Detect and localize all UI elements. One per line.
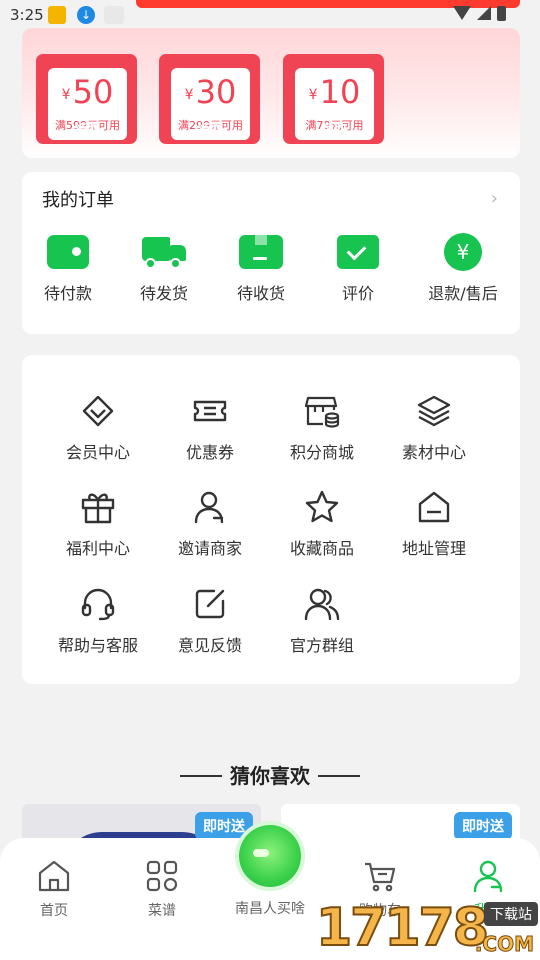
coupon-amount: 10: [319, 73, 361, 111]
yen-circle-icon: ¥: [444, 233, 482, 271]
order-pending-payment[interactable]: 待付款: [18, 232, 118, 304]
wallet-icon: [47, 235, 89, 269]
service-label: 收藏商品: [289, 539, 354, 558]
service-points-mall[interactable]: 积分商城: [266, 393, 378, 463]
grid-icon: [122, 858, 202, 894]
tab-center-promo[interactable]: 南昌人买啥: [230, 825, 310, 917]
service-invite-merchant[interactable]: 邀请商家: [154, 489, 266, 559]
green-bean-logo-icon: [239, 825, 301, 887]
notification-thumb-icon: [104, 6, 124, 24]
service-official-groups[interactable]: 官方群组: [266, 586, 378, 656]
user-icon: [448, 858, 528, 894]
tab-home[interactable]: 首页: [14, 858, 94, 920]
order-status-label: 退款/售后: [428, 284, 498, 303]
site-watermark: 17178 下载站 .COM: [315, 896, 540, 960]
star-icon: [266, 489, 378, 525]
divider: [318, 775, 360, 777]
order-refund[interactable]: ¥ 退款/售后: [413, 232, 513, 304]
divider: [180, 775, 222, 777]
service-label: 邀请商家: [177, 539, 242, 558]
watermark-domain: .COM: [474, 932, 534, 957]
service-label: 素材中心: [401, 443, 466, 462]
coupon-card[interactable]: ¥10 满79元可用 领取: [283, 54, 384, 144]
signal-icon: [477, 6, 491, 20]
service-help-support[interactable]: 帮助与客服: [42, 586, 154, 656]
order-pending-shipment[interactable]: 待发货: [114, 232, 214, 304]
gift-icon: [42, 489, 154, 525]
coupon-section: ¥50 满599元可用 领取 ¥30 满299元可用 领取 ¥10 满79元可用…: [22, 28, 520, 158]
service-label: 福利中心: [65, 539, 130, 558]
status-bar: 3:25 ↓: [0, 0, 540, 30]
status-time: 3:25: [10, 6, 44, 24]
order-status-label: 评价: [341, 284, 374, 303]
cart-icon: [340, 858, 420, 894]
chevron-right-icon[interactable]: ›: [491, 188, 498, 209]
service-address-management[interactable]: 地址管理: [378, 489, 490, 559]
currency-symbol: ¥: [308, 87, 318, 103]
order-status-label: 待收货: [236, 284, 285, 303]
currency-symbol: ¥: [61, 87, 71, 103]
tab-label: 菜谱: [148, 903, 176, 919]
coupon-amount: 50: [72, 73, 114, 111]
service-label: 会员中心: [65, 443, 130, 462]
service-material-center[interactable]: 素材中心: [378, 393, 490, 463]
service-label: 官方群组: [289, 636, 354, 655]
group-icon: [266, 586, 378, 622]
ticket-icon: [154, 393, 266, 429]
package-icon: [239, 235, 283, 269]
my-orders-card: 我的订单 › 待付款 待发货 待收货 评价 ¥ 退款/售后: [22, 172, 520, 334]
service-feedback[interactable]: 意见反馈: [154, 586, 266, 656]
battery-icon: [497, 6, 506, 21]
service-coupons[interactable]: 优惠券: [154, 393, 266, 463]
layers-icon: [378, 393, 490, 429]
download-icon: ↓: [77, 6, 95, 24]
home-icon: [14, 858, 94, 894]
instant-delivery-badge: 即时送: [454, 812, 512, 840]
services-card: 会员中心 优惠券 积分商城 素材中心 福利中心 邀请商家 收藏商品 地址管理 帮…: [22, 355, 520, 684]
coupon-amount: 30: [195, 73, 237, 111]
store-coins-icon: [266, 393, 378, 429]
diamond-icon: [42, 393, 154, 429]
truck-icon: [142, 235, 186, 269]
service-label: 意见反馈: [177, 636, 242, 655]
order-status-label: 待发货: [139, 284, 188, 303]
service-member-center[interactable]: 会员中心: [42, 393, 154, 463]
coupon-card[interactable]: ¥50 满599元可用 领取: [36, 54, 137, 144]
service-label: 优惠券: [185, 443, 234, 462]
my-orders-title[interactable]: 我的订单: [42, 186, 114, 212]
headset-icon: [42, 586, 154, 622]
tab-label: 南昌人买啥: [235, 901, 305, 917]
notification-app-icon: [48, 6, 66, 24]
recommend-title-text: 猜你喜欢: [230, 764, 310, 788]
tab-recipes[interactable]: 菜谱: [122, 858, 202, 920]
order-review[interactable]: 评价: [308, 232, 408, 304]
watermark-download-label: 下载站: [484, 902, 538, 926]
service-favorites[interactable]: 收藏商品: [266, 489, 378, 559]
service-welfare-center[interactable]: 福利中心: [42, 489, 154, 559]
wifi-icon: [453, 6, 471, 20]
service-label: 积分商城: [289, 443, 354, 462]
currency-symbol: ¥: [184, 87, 194, 103]
service-label: 地址管理: [401, 539, 466, 558]
coupon-card[interactable]: ¥30 满299元可用 领取: [159, 54, 260, 144]
claim-coupon-button[interactable]: 领取: [283, 119, 384, 138]
edit-icon: [154, 586, 266, 622]
claim-coupon-button[interactable]: 领取: [36, 119, 137, 138]
checked-doc-icon: [337, 235, 379, 269]
watermark-number: 17178: [315, 897, 490, 959]
home-icon: [378, 489, 490, 525]
recommend-section-title: 猜你喜欢: [0, 760, 540, 789]
tab-label: 首页: [40, 903, 68, 919]
user-plus-icon: [154, 489, 266, 525]
service-label: 帮助与客服: [57, 636, 138, 655]
order-pending-receipt[interactable]: 待收货: [211, 232, 311, 304]
order-status-label: 待付款: [43, 284, 92, 303]
claim-coupon-button[interactable]: 领取: [159, 119, 260, 138]
